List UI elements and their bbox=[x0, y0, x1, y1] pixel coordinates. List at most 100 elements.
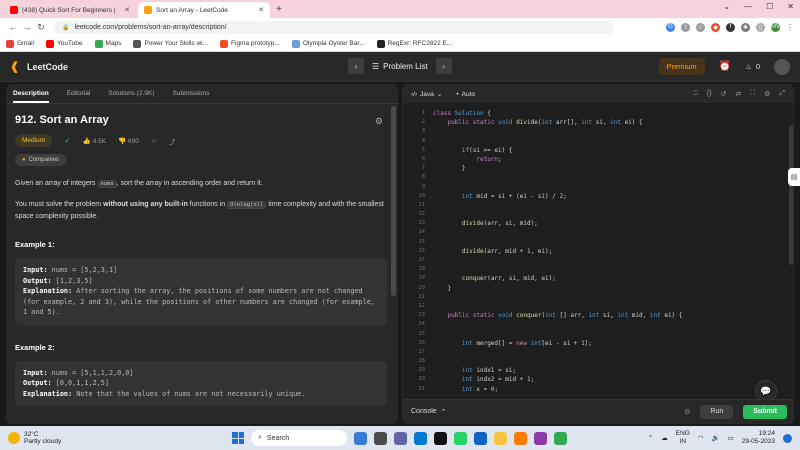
notification-icon[interactable] bbox=[783, 433, 792, 443]
close-window-icon[interactable]: ✕ bbox=[787, 2, 794, 11]
bookmark-maps[interactable]: Maps bbox=[94, 39, 121, 48]
avatar[interactable] bbox=[774, 58, 790, 75]
reset-icon[interactable]: ↺ bbox=[720, 90, 726, 98]
code-area[interactable]: class Solution { public static void divi… bbox=[433, 109, 682, 394]
sidebar-icon[interactable]: ▯ bbox=[756, 22, 765, 32]
forward-icon[interactable]: → bbox=[20, 22, 34, 32]
tab-solutions[interactable]: Solutions (2.9K) bbox=[108, 90, 154, 97]
maximize-icon[interactable]: ☐ bbox=[766, 2, 773, 11]
bookmark-gmail[interactable]: Gmail bbox=[6, 39, 34, 48]
chrome-icon[interactable] bbox=[554, 431, 567, 445]
whatsapp-icon[interactable] bbox=[454, 431, 467, 445]
favorite-star-icon[interactable]: ☆ bbox=[151, 137, 157, 145]
chevron-up-icon: ⌃ bbox=[440, 408, 447, 416]
taskbar-search[interactable]: ⌕ Search bbox=[251, 430, 347, 446]
expand-icon[interactable]: ⤢ bbox=[779, 90, 785, 98]
chevron-down-icon[interactable]: ⌄ bbox=[723, 2, 730, 11]
prev-problem-button[interactable]: ‹ bbox=[348, 58, 364, 74]
weather-widget[interactable]: 32°C Partly cloudy bbox=[8, 431, 61, 446]
language-select[interactable]: ‹/› Java ⌄ bbox=[411, 90, 442, 99]
code-line: public static void conquer(int [] arr, i… bbox=[447, 312, 683, 320]
tab-submissions[interactable]: Submissions bbox=[173, 90, 210, 97]
bookmark-youtube[interactable]: YouTube bbox=[45, 39, 83, 48]
editor-panel: ‹/› Java ⌄ • Auto ⎕ {} ↺ ⇄ ⛶ ⚙ ⤢ 1234567891… bbox=[402, 84, 794, 424]
wifi-icon[interactable]: ◠ bbox=[698, 434, 704, 442]
search-icon: ⌕ bbox=[258, 434, 262, 441]
volume-icon[interactable]: 🔊 bbox=[712, 434, 720, 442]
app-icon[interactable] bbox=[514, 431, 527, 445]
bookmark-figma[interactable]: Figma prototyp... bbox=[220, 39, 280, 48]
menu-icon[interactable]: ⋮ bbox=[786, 23, 794, 32]
extension-icon[interactable]: ◆ bbox=[711, 22, 720, 32]
back-icon[interactable]: ← bbox=[6, 22, 20, 32]
battery-icon[interactable]: ▭ bbox=[728, 434, 734, 442]
browser-tab-youtube[interactable]: (438) Quick Sort For Beginners | ✕ bbox=[4, 2, 136, 18]
difficulty-badge: Medium bbox=[15, 134, 53, 147]
clock[interactable]: 19:24 29-05-2023 bbox=[742, 430, 775, 446]
new-tab-button[interactable]: + bbox=[276, 2, 282, 18]
figma-icon bbox=[220, 39, 229, 48]
bookmark-regexr[interactable]: RegExr: RFC2822 E... bbox=[376, 39, 452, 48]
extension-icon[interactable]: f bbox=[726, 22, 735, 32]
bookmark-power-skills[interactable]: Power Your Skills wi... bbox=[133, 39, 208, 48]
leetcode-favicon-icon bbox=[144, 6, 152, 14]
description-scrollbar[interactable] bbox=[391, 106, 396, 296]
tab-title: (438) Quick Sort For Beginners | bbox=[22, 6, 116, 14]
google-icon[interactable]: G bbox=[666, 22, 675, 32]
bookmark-olympia[interactable]: Olympia Oyster Bar... bbox=[291, 39, 365, 48]
debug-icon[interactable]: ⚙ bbox=[684, 408, 690, 416]
share-icon[interactable]: ⇪ bbox=[681, 22, 690, 32]
minimize-icon[interactable]: — bbox=[744, 2, 752, 11]
tab-description[interactable]: Description bbox=[13, 90, 49, 103]
problem-list-button[interactable]: ☰ Problem List bbox=[372, 62, 428, 71]
streak-counter[interactable]: ♨ 0 bbox=[745, 62, 760, 71]
timer-icon[interactable]: ⏰ bbox=[719, 61, 731, 72]
puzzle-icon[interactable]: ✱ bbox=[741, 22, 750, 32]
leetcode-logo[interactable]: ❰ LeetCode bbox=[10, 61, 68, 73]
braces-icon[interactable]: {} bbox=[707, 90, 712, 98]
gmail-icon bbox=[6, 39, 14, 48]
code-line: if(si >= ei) { bbox=[461, 146, 513, 154]
app-icon[interactable] bbox=[474, 431, 487, 445]
console-toggle[interactable]: Console ⌃ bbox=[411, 408, 447, 416]
next-problem-button[interactable]: › bbox=[435, 58, 452, 74]
shuffle-icon[interactable]: ⇄ bbox=[735, 90, 741, 98]
profile-avatar[interactable]: MV bbox=[771, 22, 780, 32]
bookmark-icon[interactable]: ⎕ bbox=[694, 90, 698, 98]
code-editor[interactable]: 1 2 3 4 5 6 7 8 9 10 11 12 13 14 15 16 17 18 19 20 21 22 23 24 2… bbox=[403, 103, 793, 399]
close-icon[interactable]: ✕ bbox=[124, 6, 130, 14]
dislike-button[interactable]: 👎 690 bbox=[118, 137, 139, 145]
cloud-icon[interactable]: ☁ bbox=[661, 434, 668, 442]
dell-icon[interactable] bbox=[434, 431, 447, 445]
companies-button[interactable]: ● Companies bbox=[15, 154, 66, 166]
settings-icon[interactable]: ⚙ bbox=[375, 116, 383, 127]
tab-editorial[interactable]: Editorial bbox=[67, 90, 90, 97]
file-explorer-icon[interactable] bbox=[494, 431, 507, 445]
fullscreen-icon[interactable]: ⛶ bbox=[750, 90, 755, 98]
browser-tab-leetcode[interactable]: Sort an Array - LeetCode ✕ bbox=[138, 2, 270, 18]
intellij-icon[interactable] bbox=[534, 431, 547, 445]
star-icon[interactable]: ☆ bbox=[696, 22, 705, 32]
bing-icon[interactable] bbox=[354, 431, 367, 445]
url-input[interactable]: 🔒 leetcode.com/problems/sort-an-array/de… bbox=[54, 20, 614, 34]
windows-start-icon[interactable] bbox=[232, 432, 244, 444]
premium-button[interactable]: Premium bbox=[658, 58, 705, 75]
task-view-icon[interactable] bbox=[374, 431, 387, 445]
gear-icon[interactable]: ⚙ bbox=[764, 90, 770, 98]
like-button[interactable]: 👍 4.5K bbox=[83, 137, 106, 145]
globe-icon bbox=[291, 39, 300, 48]
side-panel-button[interactable]: ▤ bbox=[788, 168, 800, 186]
line-number: 24 bbox=[418, 321, 425, 328]
submit-button[interactable]: Submit bbox=[743, 404, 787, 419]
edge-icon[interactable] bbox=[414, 431, 427, 445]
share-icon[interactable]: ⤴ bbox=[169, 136, 176, 146]
editor-scrollbar[interactable] bbox=[789, 125, 793, 265]
teams-icon[interactable] bbox=[394, 431, 407, 445]
language-indicator[interactable]: ENG IN bbox=[676, 430, 690, 446]
chat-button[interactable]: 💬 bbox=[755, 380, 777, 399]
close-icon[interactable]: ✕ bbox=[258, 6, 264, 14]
reload-icon[interactable]: ↻ bbox=[34, 22, 48, 33]
run-button[interactable]: Run bbox=[700, 404, 734, 419]
chevron-up-icon[interactable]: ⌃ bbox=[648, 434, 653, 442]
